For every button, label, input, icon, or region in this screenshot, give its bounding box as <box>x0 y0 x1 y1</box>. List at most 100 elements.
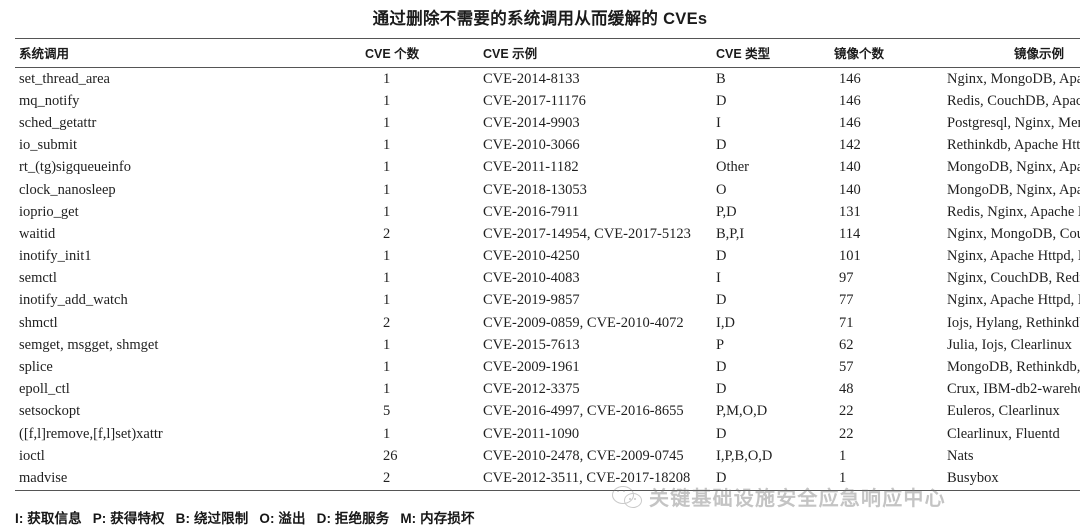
table-row: sched_getattr 1 CVE-2014-9903 I 146 Postgresq… <box>15 112 1080 134</box>
cell-cve-count: 1 <box>383 359 391 376</box>
table-header-row: 系统调用 CVE 个数 CVE 示例 CVE 类型 镜像个数 镜像示例 <box>15 38 1080 68</box>
cell-cve-example: CVE-2019-9857 <box>483 292 580 309</box>
cell-cve-count: 26 <box>383 447 398 464</box>
cell-image-example: Clearlinux, Fluentd <box>947 425 1060 442</box>
table-row: set_thread_area 1 CVE-2014-8133 B 146 Nginx, … <box>15 68 1080 91</box>
table-row: semctl 1 CVE-2010-4083 I 97 Nginx, CouchDB, R… <box>15 268 1080 290</box>
cell-image-count: 97 <box>839 270 854 287</box>
cell-cve-type: D <box>716 425 727 442</box>
cve-table-container: 系统调用 CVE 个数 CVE 示例 CVE 类型 镜像个数 镜像示例 set_… <box>15 38 1080 491</box>
cell-image-count: 146 <box>839 92 861 109</box>
cell-cve-example: CVE-2015-7613 <box>483 336 580 353</box>
cell-cve-type: O <box>716 181 727 198</box>
table-row: mq_notify 1 CVE-2017-11176 D 146 Redis, Couch… <box>15 90 1080 112</box>
cell-cve-type: D <box>716 292 727 309</box>
table-row: ioctl 26 CVE-2010-2478, CVE-2009-0745 I,P,B… <box>15 445 1080 467</box>
cell-cve-count: 1 <box>383 381 391 398</box>
table-row: rt_(tg)sigqueueinfo 1 CVE-2011-1182 Other 14… <box>15 157 1080 179</box>
cell-syscall: semctl <box>19 270 57 287</box>
cell-cve-type: I <box>716 114 721 131</box>
cell-cve-example: CVE-2010-4083 <box>483 270 580 287</box>
cell-cve-example: CVE-2011-1090 <box>483 425 580 442</box>
cell-image-count: 142 <box>839 137 861 154</box>
legend-item: D: 拒绝服务 <box>316 511 390 526</box>
cell-syscall: ioprio_get <box>19 203 79 220</box>
cell-cve-count: 1 <box>383 292 391 309</box>
cell-image-example: Nginx, MongoDB, CouchDB, MySQL <box>947 225 1080 242</box>
cell-syscall: clock_nanosleep <box>19 181 116 198</box>
cell-cve-count: 1 <box>383 70 391 87</box>
cell-image-example: MongoDB, Nginx, Apache Httpd, MySQL <box>947 181 1080 198</box>
cell-cve-count: 2 <box>383 225 391 242</box>
cell-image-count: 1 <box>839 447 847 464</box>
column-header-image-count: 镜像个数 <box>834 47 885 61</box>
cell-cve-count: 2 <box>383 469 391 486</box>
cell-cve-example: CVE-2010-2478, CVE-2009-0745 <box>483 447 684 464</box>
cell-cve-count: 1 <box>383 181 391 198</box>
table-row: madvise 2 CVE-2012-3511, CVE-2017-18208 D 1 B… <box>15 467 1080 491</box>
cell-syscall: semget, msgget, shmget <box>19 336 159 353</box>
cell-cve-type: D <box>716 359 727 376</box>
table-header: 系统调用 CVE 个数 CVE 示例 CVE 类型 镜像个数 镜像示例 <box>15 38 1080 68</box>
cell-syscall: inotify_init1 <box>19 248 92 265</box>
table-row: shmctl 2 CVE-2009-0859, CVE-2010-4072 I,D 71… <box>15 312 1080 334</box>
cell-cve-type: B <box>716 70 726 87</box>
table-row: setsockopt 5 CVE-2016-4997, CVE-2016-8655 P… <box>15 401 1080 423</box>
table-body: set_thread_area 1 CVE-2014-8133 B 146 Nginx, … <box>15 68 1080 491</box>
cell-cve-example: CVE-2009-0859, CVE-2010-4072 <box>483 314 684 331</box>
cell-image-example: Nats <box>947 447 974 464</box>
document-page: 通过删除不需要的系统调用从而缓解的 CVEs 系统调用 CVE 个数 CVE 示… <box>0 0 1080 531</box>
cell-cve-count: 1 <box>383 336 391 353</box>
table-row: ioprio_get 1 CVE-2016-7911 P,D 131 Redis, Ngi… <box>15 201 1080 223</box>
cell-cve-count: 1 <box>383 425 391 442</box>
cell-image-count: 22 <box>839 403 854 420</box>
cell-image-example: Iojs, Hylang, Rethinkdb <box>947 314 1080 331</box>
cell-cve-count: 1 <box>383 137 391 154</box>
cell-cve-example: CVE-2017-14954, CVE-2017-5123 <box>483 225 691 242</box>
cell-image-count: 140 <box>839 181 861 198</box>
cell-cve-count: 5 <box>383 403 391 420</box>
cell-cve-count: 1 <box>383 159 391 176</box>
legend-item: P: 获得特权 <box>92 511 165 526</box>
cell-image-example: Euleros, Clearlinux <box>947 403 1060 420</box>
cell-image-example: MongoDB, Nginx, Apache Httpd, MySQL <box>947 159 1080 176</box>
cell-cve-example: CVE-2011-1182 <box>483 159 579 176</box>
legend: I: 获取信息 P: 获得特权 B: 绕过限制 O: 溢出 D: 拒绝服务 M: 内存损坏 <box>15 507 486 527</box>
table-row: splice 1 CVE-2009-1961 D 57 MongoDB, Rethinkd… <box>15 356 1080 378</box>
cell-cve-type: D <box>716 137 727 154</box>
cell-cve-example: CVE-2010-4250 <box>483 248 580 265</box>
cell-cve-type: P,D <box>716 203 737 220</box>
column-header-cve-type: CVE 类型 <box>716 47 771 61</box>
cell-cve-example: CVE-2009-1961 <box>483 359 580 376</box>
cell-syscall: epoll_ctl <box>19 381 70 398</box>
cell-syscall: set_thread_area <box>19 70 110 87</box>
cell-cve-type: D <box>716 469 727 486</box>
cell-cve-example: CVE-2017-11176 <box>483 92 586 109</box>
table-row: inotify_add_watch 1 CVE-2019-9857 D 77 Nginx,… <box>15 290 1080 312</box>
table-row: waitid 2 CVE-2017-14954, CVE-2017-5123 B,P,… <box>15 223 1080 245</box>
cell-syscall: io_submit <box>19 137 78 154</box>
table-row: epoll_ctl 1 CVE-2012-3375 D 48 Crux, IBM-db2-… <box>15 379 1080 401</box>
cell-image-count: 1 <box>839 469 847 486</box>
cell-cve-type: Other <box>716 159 750 176</box>
cell-cve-example: CVE-2014-9903 <box>483 114 580 131</box>
legend-item: O: 溢出 <box>259 511 306 526</box>
legend-item: I: 获取信息 <box>15 511 82 526</box>
cell-syscall: rt_(tg)sigqueueinfo <box>19 159 131 176</box>
cell-cve-example: CVE-2016-4997, CVE-2016-8655 <box>483 403 684 420</box>
cell-syscall: mq_notify <box>19 92 80 109</box>
cell-cve-example: CVE-2012-3375 <box>483 381 580 398</box>
cell-image-count: 114 <box>839 225 861 242</box>
cell-image-count: 131 <box>839 203 861 220</box>
cell-syscall: inotify_add_watch <box>19 292 128 309</box>
cell-cve-count: 1 <box>383 203 391 220</box>
legend-item: B: 绕过限制 <box>175 511 249 526</box>
cell-image-count: 101 <box>839 248 861 265</box>
cell-image-count: 140 <box>839 159 861 176</box>
cve-table: 系统调用 CVE 个数 CVE 示例 CVE 类型 镜像个数 镜像示例 set_… <box>15 38 1080 491</box>
table-row: clock_nanosleep 1 CVE-2018-13053 O 140 MongoD… <box>15 179 1080 201</box>
cell-image-count: 146 <box>839 70 861 87</box>
cell-image-example: Nginx, MongoDB, Apach Httpd, MySQL <box>947 70 1080 87</box>
column-header-cve-example: CVE 示例 <box>483 47 538 61</box>
cell-cve-count: 1 <box>383 248 391 265</box>
